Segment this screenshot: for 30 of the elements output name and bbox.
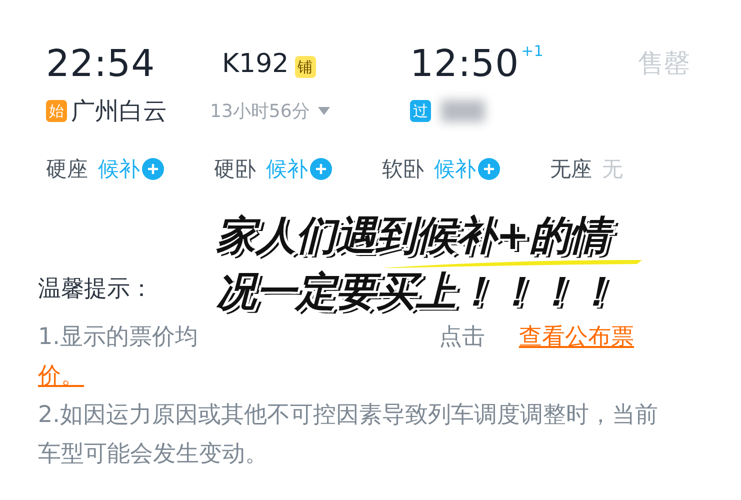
availability-label: 无 (602, 156, 623, 183)
sleeper-badge: 铺 (294, 56, 316, 78)
notice-text: 2.如因运力原因或其他不可控因素导致列车调度调整时，当前车型可能会发生变动。 (38, 402, 658, 467)
seat-class: 硬座 (46, 156, 88, 183)
seat-class: 硬卧 (214, 156, 256, 183)
waitlist-button[interactable]: 候补 (98, 155, 140, 183)
duration-toggle[interactable]: 13小时56分 (210, 99, 310, 123)
plus-icon[interactable] (142, 158, 164, 180)
redaction-blur (441, 100, 485, 122)
plus-icon[interactable] (310, 158, 332, 180)
seat-class: 软卧 (382, 156, 424, 183)
pass-through-badge: 过 (410, 100, 431, 122)
arrival-time: 12:50 (410, 42, 520, 85)
caret-icon (318, 107, 330, 115)
waitlist-button[interactable]: 候补 (266, 155, 308, 183)
seat-class: 无座 (550, 156, 592, 183)
fare-link[interactable]: 价。 (38, 363, 84, 389)
waitlist-button[interactable]: 候补 (434, 155, 476, 183)
notice-title: 温馨提示： (38, 275, 153, 304)
notice-text: 1.显示的票价均 (38, 324, 198, 350)
fare-link[interactable]: 查看公布票 (518, 324, 634, 350)
caption-text: 家人们遇到候补+的情 (212, 212, 622, 260)
origin-badge: 始 (46, 100, 67, 122)
departure-time: 22:54 (46, 42, 156, 85)
notice-text: 点击 (438, 324, 485, 350)
plus-icon[interactable] (478, 158, 500, 180)
day-offset: +1 (521, 42, 544, 60)
departure-station: 广州白云 (71, 97, 167, 125)
caption-text: 况一定要买上！！！！ (215, 268, 617, 316)
train-number: K192 (222, 48, 289, 78)
